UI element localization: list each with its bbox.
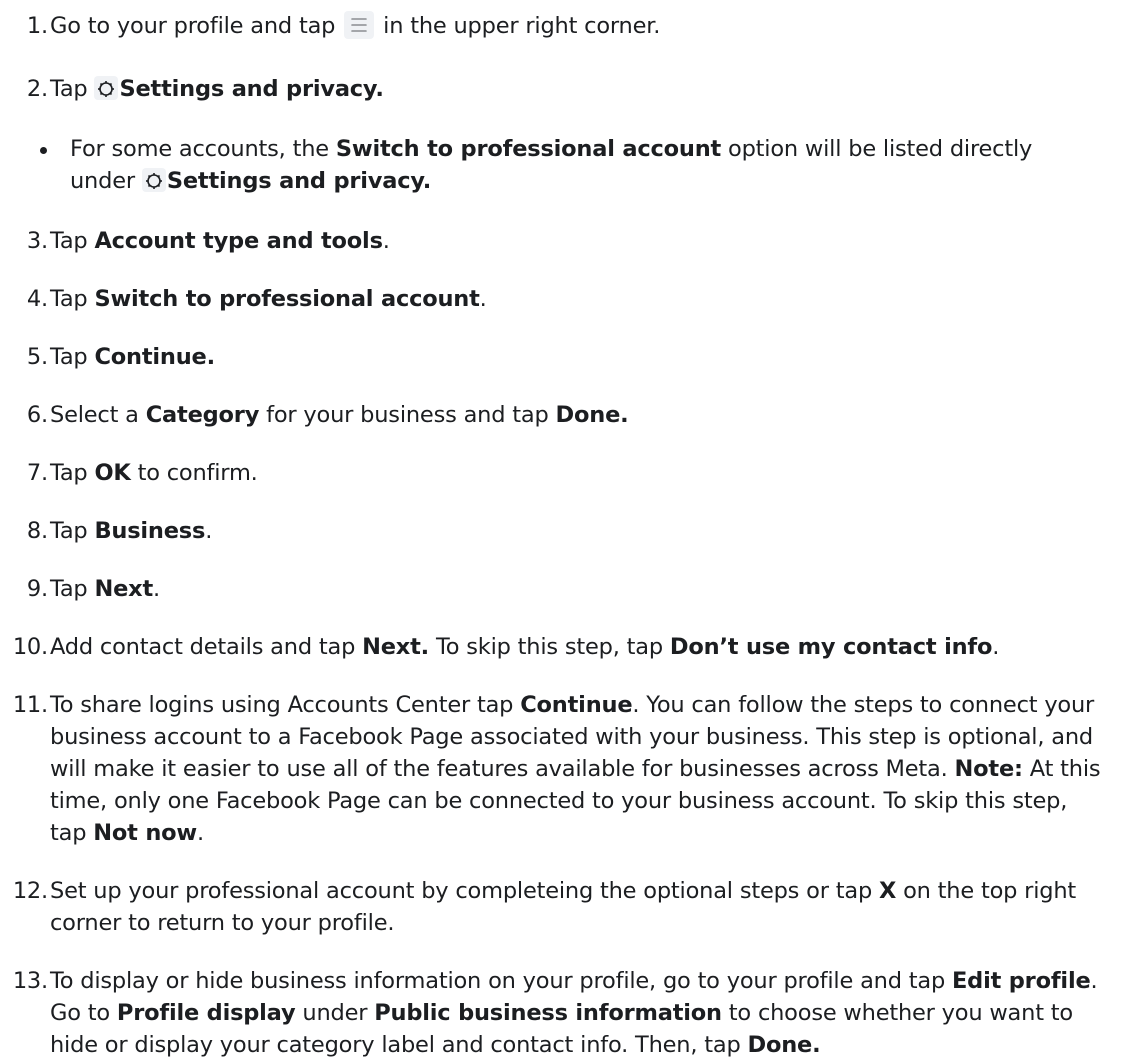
step-text: Tap <box>50 286 95 312</box>
step-bold: Not now <box>93 820 197 846</box>
step-text: Tap <box>50 576 95 602</box>
step-bold: Public business information <box>374 1000 722 1026</box>
step-number: 5. <box>26 344 48 370</box>
step-number: 7. <box>26 460 48 486</box>
step-6: 6. Select a Category for your business a… <box>0 399 1122 431</box>
step-number: 8. <box>26 518 48 544</box>
bullet-icon <box>40 147 47 154</box>
step-8: 8. Tap Business. <box>0 515 1122 547</box>
step-bold: Done. <box>555 402 629 428</box>
step-text: to confirm. <box>130 460 258 486</box>
step-number: 1. <box>26 13 48 39</box>
step-bold: Profile display <box>116 1000 296 1026</box>
step-text: Select a <box>50 402 146 428</box>
step-3: 3. Tap Account type and tools. <box>0 225 1122 257</box>
step-11: 11. To share logins using Accounts Cente… <box>0 689 1122 849</box>
step-text: Set up your professional account by comp… <box>50 878 879 904</box>
step-12: 12. Set up your professional account by … <box>0 875 1122 939</box>
step-text: Tap <box>50 344 95 370</box>
step-text: . <box>197 820 204 846</box>
step-text: for your business and tap <box>259 402 556 428</box>
step-text: in the upper right corner. <box>376 13 661 39</box>
step-bold: Category <box>145 402 260 428</box>
help-article: 1. Go to your profile and tap in the upp… <box>0 0 1122 1058</box>
sub-bullet-list: For some accounts, the Switch to profess… <box>0 133 1122 197</box>
step-bold: Note: <box>954 756 1024 782</box>
step-text: under <box>295 1000 375 1026</box>
step-text: To skip this step, tap <box>429 634 670 660</box>
step-bold: Account type and tools <box>94 228 383 254</box>
step-text: . <box>205 518 213 544</box>
step-number: 4. <box>26 286 48 312</box>
step-bold: Don’t use my contact info <box>669 634 993 660</box>
step-5: 5. Tap Continue. <box>0 341 1122 373</box>
step-bold: Switch to professional account <box>94 286 480 312</box>
step-bold: Business <box>94 518 206 544</box>
step-number: 6. <box>26 402 48 428</box>
step-number: 13. <box>12 968 48 994</box>
step-bold: Edit profile <box>952 968 1091 994</box>
gear-icon <box>94 75 119 100</box>
step-text: Tap <box>50 460 95 486</box>
step-text: Go to your profile and tap <box>50 13 343 39</box>
step-number: 10. <box>12 634 48 660</box>
step-bold: OK <box>94 460 131 486</box>
step-bold: Done. <box>747 1032 821 1058</box>
step-2: 2. Tap Settings and privacy. <box>0 73 1122 105</box>
step-text: To display or hide business information … <box>50 968 952 994</box>
bullet-bold: Switch to professional account <box>335 136 722 162</box>
step-bold: Continue <box>520 692 633 718</box>
step-number: 2. <box>26 76 48 102</box>
step-9: 9. Tap Next. <box>0 573 1122 605</box>
bullet-text: For some accounts, the <box>70 136 336 162</box>
step-4: 4. Tap Switch to professional account. <box>0 283 1122 315</box>
step-number: 11. <box>12 692 48 718</box>
step-bold: Settings and privacy. <box>119 76 384 102</box>
step-text: . <box>479 286 487 312</box>
step-13: 13. To display or hide business informat… <box>0 965 1122 1061</box>
step-bold: Continue. <box>94 344 215 370</box>
step-number: 9. <box>26 576 48 602</box>
step-text: . <box>382 228 390 254</box>
step-text: Tap <box>50 76 95 102</box>
step-10: 10. Add contact details and tap Next. To… <box>0 631 1122 663</box>
gear-icon <box>141 167 166 192</box>
step-text: Add contact details and tap <box>50 634 363 660</box>
bullet-bold: Settings and privacy. <box>166 168 432 194</box>
step-bold: X <box>878 878 897 904</box>
step-number: 12. <box>12 878 48 904</box>
step-bold: Next <box>94 576 154 602</box>
step-text: Tap <box>50 228 95 254</box>
step-text: . <box>153 576 160 602</box>
step-text: To share logins using Accounts Center ta… <box>50 692 521 718</box>
step-text: Tap <box>50 518 95 544</box>
instruction-steps: 1. Go to your profile and tap in the upp… <box>0 10 1122 1061</box>
step-1: 1. Go to your profile and tap in the upp… <box>0 10 1122 42</box>
sub-bullet-item: For some accounts, the Switch to profess… <box>0 133 1122 197</box>
menu-icon <box>344 10 375 39</box>
step-number: 3. <box>26 228 48 254</box>
step-bold: Next. <box>362 634 430 660</box>
step-text: . <box>992 634 1000 660</box>
step-7: 7. Tap OK to confirm. <box>0 457 1122 489</box>
